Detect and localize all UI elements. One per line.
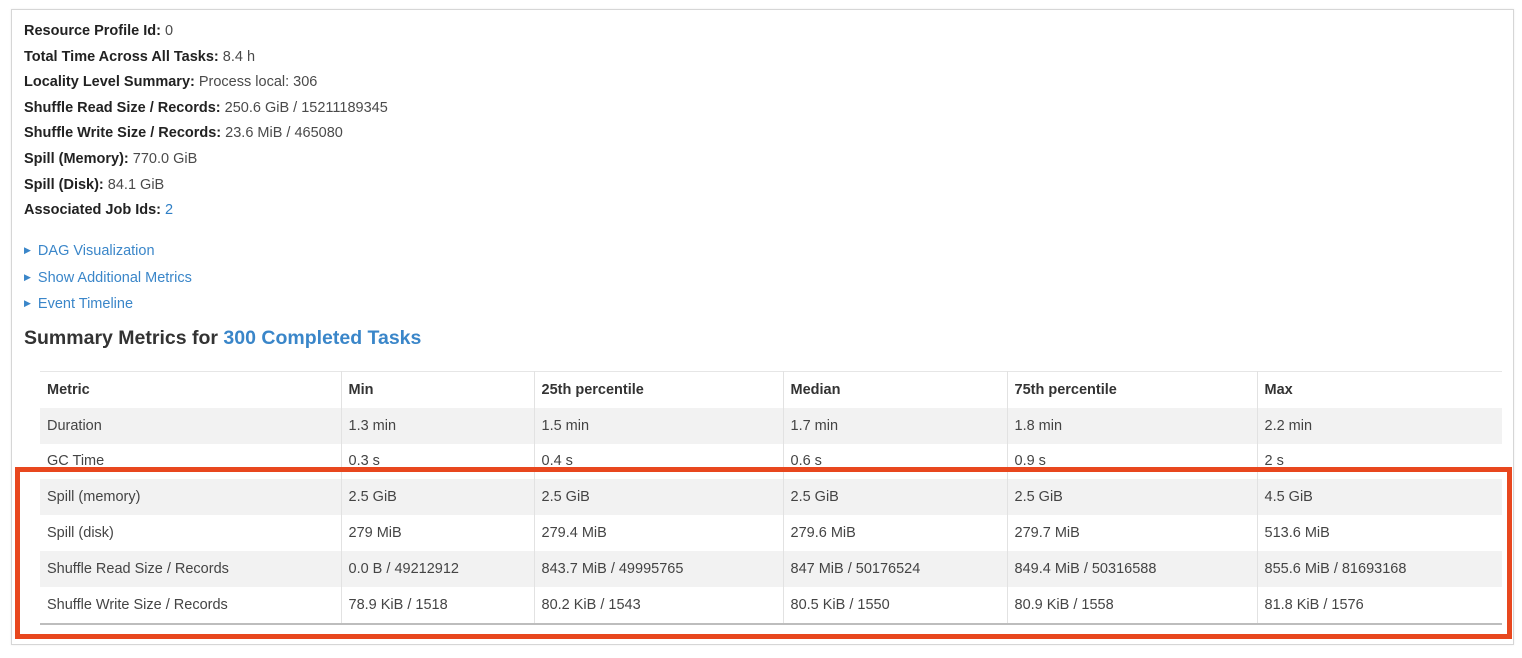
table-body: Duration 1.3 min 1.5 min 1.7 min 1.8 min… <box>40 407 1502 625</box>
table-cell: 1.3 min <box>341 407 535 444</box>
stage-summary-info: Resource Profile Id: 0 Total Time Across… <box>24 19 388 224</box>
table-cell: 78.9 KiB / 1518 <box>341 586 535 625</box>
resource-profile-id-row: Resource Profile Id: 0 <box>24 19 388 45</box>
table-cell: 279.6 MiB <box>783 515 1008 551</box>
table-cell: Shuffle Write Size / Records <box>40 586 342 625</box>
info-value: 84.1 GiB <box>103 176 165 193</box>
table-cell: 2.2 min <box>1257 407 1502 444</box>
info-value: 770.0 GiB <box>128 150 198 167</box>
table-cell: 279.4 MiB <box>534 515 784 551</box>
info-label: Locality Level Summary: <box>24 74 195 91</box>
info-value: 8.4 h <box>218 48 256 65</box>
table-cell: 2.5 GiB <box>534 479 784 516</box>
table-header: Metric Min 25th percentile Median 75th p… <box>40 370 1502 408</box>
table-row: Spill (disk) 279 MiB 279.4 MiB 279.6 MiB… <box>40 515 1502 551</box>
column-header-median[interactable]: Median <box>783 370 1008 408</box>
table-row: GC Time 0.3 s 0.4 s 0.6 s 0.9 s 2 s <box>40 443 1502 480</box>
table-cell: 279 MiB <box>341 515 535 551</box>
triangle-right-icon: ▶ <box>24 271 31 282</box>
table-cell: 81.8 KiB / 1576 <box>1257 586 1502 625</box>
spill-disk-row: Spill (Disk): 84.1 GiB <box>24 173 388 199</box>
table-cell: Shuffle Read Size / Records <box>40 550 342 587</box>
triangle-right-icon: ▶ <box>24 298 31 309</box>
table-cell: GC Time <box>40 443 342 480</box>
shuffle-read-row: Shuffle Read Size / Records: 250.6 GiB /… <box>24 96 388 122</box>
info-label: Spill (Disk): <box>24 176 104 193</box>
table-cell: 849.4 MiB / 50316588 <box>1007 550 1258 587</box>
table-cell: 855.6 MiB / 81693168 <box>1257 550 1502 587</box>
table-row: Shuffle Read Size / Records 0.0 B / 4921… <box>40 550 1502 587</box>
info-label: Shuffle Read Size / Records: <box>24 99 221 116</box>
column-header-metric[interactable]: Metric <box>40 370 342 408</box>
toggle-label: Event Timeline <box>37 296 134 313</box>
table-cell: 0.6 s <box>783 443 1008 480</box>
table-cell: 4.5 GiB <box>1257 479 1502 516</box>
toggle-label: Show Additional Metrics <box>37 269 192 286</box>
table-cell: 843.7 MiB / 49995765 <box>534 550 784 587</box>
table-cell: 80.2 KiB / 1543 <box>534 586 784 625</box>
dag-visualization-toggle[interactable]: ▶ DAG Visualization <box>24 238 192 265</box>
summary-metrics-heading: Summary Metrics for 300 Completed Tasks <box>24 327 421 350</box>
table-cell: 1.5 min <box>534 407 784 444</box>
table-cell: 2.5 GiB <box>783 479 1008 516</box>
table-row: Shuffle Write Size / Records 78.9 KiB / … <box>40 586 1502 625</box>
summary-metrics-table: Metric Min 25th percentile Median 75th p… <box>40 370 1502 625</box>
table-cell: 0.4 s <box>534 443 784 480</box>
shuffle-write-row: Shuffle Write Size / Records: 23.6 MiB /… <box>24 121 388 147</box>
table-cell: Duration <box>40 407 342 444</box>
info-label: Shuffle Write Size / Records: <box>24 125 222 142</box>
table-cell: 513.6 MiB <box>1257 515 1502 551</box>
event-timeline-toggle[interactable]: ▶ Event Timeline <box>24 291 192 318</box>
table-cell: 2 s <box>1257 443 1502 480</box>
locality-summary-row: Locality Level Summary: Process local: 3… <box>24 70 388 96</box>
table-cell: 2.5 GiB <box>1007 479 1258 516</box>
table-cell: Spill (disk) <box>40 515 342 551</box>
heading-text: Summary Metrics for <box>24 327 224 349</box>
total-time-row: Total Time Across All Tasks: 8.4 h <box>24 45 388 71</box>
info-value: 0 <box>160 23 174 39</box>
show-additional-metrics-toggle[interactable]: ▶ Show Additional Metrics <box>24 265 192 292</box>
info-label: Associated Job Ids: <box>24 202 161 219</box>
table-cell: 0.0 B / 49212912 <box>341 550 535 587</box>
table-cell: 279.7 MiB <box>1007 515 1258 551</box>
table-cell: 1.8 min <box>1007 407 1258 444</box>
column-header-25th-percentile[interactable]: 25th percentile <box>534 370 784 408</box>
job-id-link[interactable]: 2 <box>165 202 173 218</box>
info-value: 23.6 MiB / 465080 <box>221 125 343 142</box>
table-cell: 2.5 GiB <box>341 479 535 516</box>
table-row: Duration 1.3 min 1.5 min 1.7 min 1.8 min… <box>40 407 1502 444</box>
info-label: Resource Profile Id: <box>24 23 161 39</box>
table-cell: 0.9 s <box>1007 443 1258 480</box>
table-cell: 1.7 min <box>783 407 1008 444</box>
column-header-75th-percentile[interactable]: 75th percentile <box>1007 370 1258 408</box>
completed-tasks-link[interactable]: 300 Completed Tasks <box>223 327 421 349</box>
expandable-sections: ▶ DAG Visualization ▶ Show Additional Metr… <box>24 238 192 318</box>
info-value: Process local: 306 <box>194 74 318 91</box>
table-row: Spill (memory) 2.5 GiB 2.5 GiB 2.5 GiB 2… <box>40 479 1502 516</box>
spill-memory-row: Spill (Memory): 770.0 GiB <box>24 147 388 173</box>
toggle-label: DAG Visualization <box>37 243 155 259</box>
info-value: 250.6 GiB / 15211189345 <box>220 99 388 116</box>
associated-jobs-row: Associated Job Ids: 2 <box>24 198 388 224</box>
table-cell: 80.9 KiB / 1558 <box>1007 586 1258 625</box>
column-header-min[interactable]: Min <box>341 370 535 408</box>
column-header-max[interactable]: Max <box>1257 370 1502 408</box>
table-cell: 80.5 KiB / 1550 <box>783 586 1008 625</box>
table-cell: 0.3 s <box>341 443 535 480</box>
header-row: Metric Min 25th percentile Median 75th p… <box>40 370 1502 408</box>
info-label: Total Time Across All Tasks: <box>24 48 219 65</box>
info-label: Spill (Memory): <box>24 150 129 167</box>
table-cell: 847 MiB / 50176524 <box>783 550 1008 587</box>
table-cell: Spill (memory) <box>40 479 342 516</box>
triangle-right-icon: ▶ <box>24 245 31 255</box>
